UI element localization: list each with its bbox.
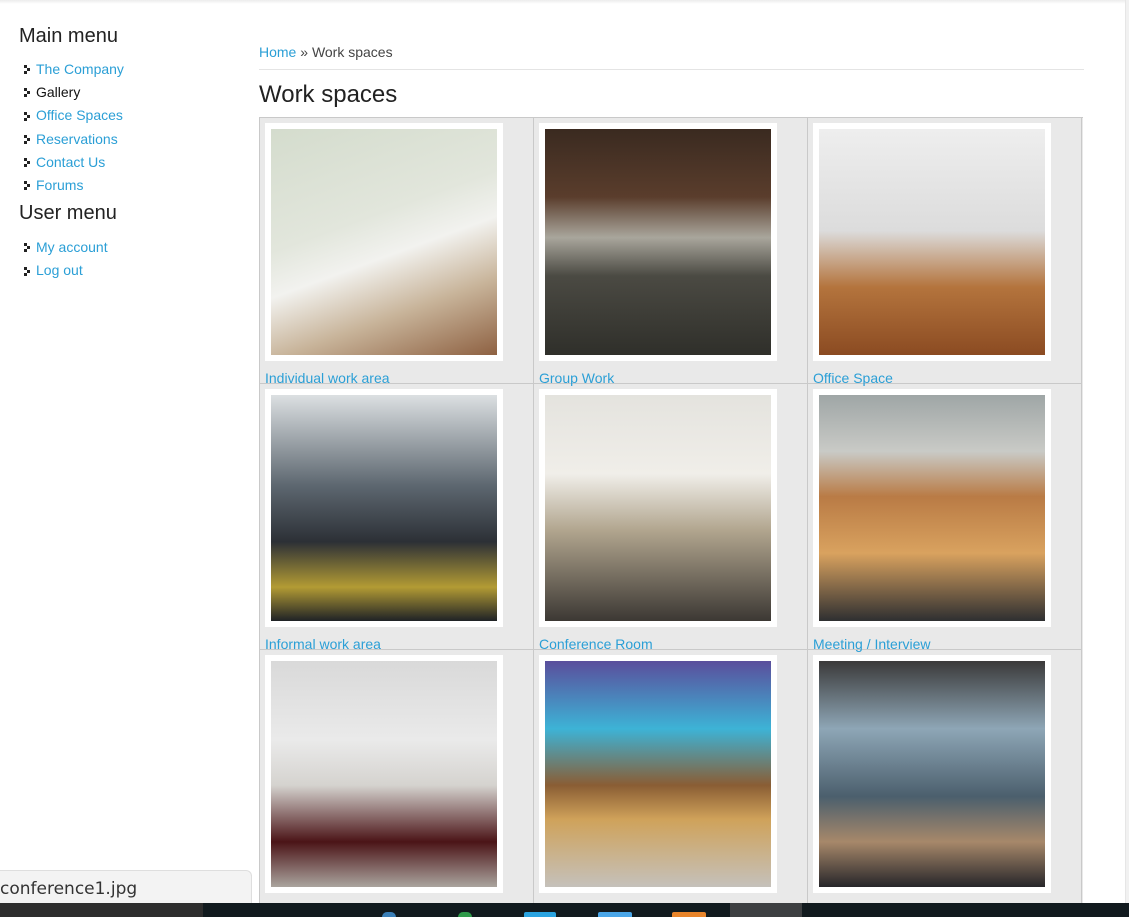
menu-link[interactable]: Office Spaces <box>36 104 123 127</box>
menu-link[interactable]: My account <box>36 236 108 259</box>
thumbnail-frame[interactable] <box>265 655 503 893</box>
bullet-icon <box>23 243 32 252</box>
gallery-item: Conference Room <box>534 384 808 652</box>
main-menu-title: Main menu <box>19 25 118 47</box>
thumbnail-frame[interactable] <box>539 389 777 627</box>
thumbnail-image[interactable] <box>271 129 497 355</box>
main-content: Home » Work spaces Work spaces Individua… <box>259 44 1084 917</box>
menu-link[interactable]: Contact Us <box>36 151 105 174</box>
menu-item-contact-us[interactable]: Contact Us <box>23 151 239 174</box>
breadcrumb-home-link[interactable]: Home <box>259 44 296 60</box>
taskbar-search-area[interactable] <box>0 903 203 917</box>
thumbnail-image[interactable] <box>271 395 497 621</box>
user-menu: My account Log out <box>19 236 239 282</box>
bullet-icon <box>23 157 32 167</box>
thumbnail-image[interactable] <box>545 395 771 621</box>
gallery-item: conference room <box>808 650 1082 917</box>
thumbnail-image[interactable] <box>271 661 497 887</box>
menu-item-forums[interactable]: Forums <box>23 174 239 197</box>
taskbar-app-icon[interactable] <box>672 912 706 917</box>
gallery-item: Meeting / Interview <box>808 384 1082 652</box>
taskbar-active-app[interactable] <box>730 903 802 917</box>
bullet-icon <box>23 134 32 144</box>
taskbar <box>0 903 1129 917</box>
menu-item-log-out[interactable]: Log out <box>23 259 239 282</box>
main-menu: The Company Gallery Office Spaces Reserv… <box>19 58 239 197</box>
gallery-item: Group Work <box>534 118 808 386</box>
thumbnail-frame[interactable] <box>813 123 1051 361</box>
thumbnail-frame[interactable] <box>539 655 777 893</box>
taskbar-app-icon[interactable] <box>598 912 632 917</box>
thumbnail-image[interactable] <box>819 129 1045 355</box>
bullet-icon <box>23 111 32 121</box>
menu-item-office-spaces[interactable]: Office Spaces <box>23 104 239 127</box>
thumbnail-frame[interactable] <box>813 389 1051 627</box>
bullet-icon <box>23 266 32 276</box>
taskbar-app-icon[interactable] <box>382 912 396 917</box>
breadcrumb-current: Work spaces <box>311 44 393 60</box>
menu-item-gallery[interactable]: Gallery <box>23 81 239 104</box>
thumbnail-image[interactable] <box>819 395 1045 621</box>
user-menu-title: User menu <box>19 202 117 225</box>
breadcrumb-separator: » <box>300 44 309 60</box>
bullet-icon <box>23 181 32 190</box>
menu-link-active[interactable]: Gallery <box>36 81 80 104</box>
taskbar-app-icon[interactable] <box>458 912 472 917</box>
sidebar: Main menu The Company Gallery Office Spa… <box>19 24 239 287</box>
menu-link[interactable]: Reservations <box>36 128 118 151</box>
menu-item-reservations[interactable]: Reservations <box>23 128 239 151</box>
thumbnail-image[interactable] <box>819 661 1045 887</box>
menu-link[interactable]: Log out <box>36 259 83 282</box>
thumbnail-image[interactable] <box>545 661 771 887</box>
scrollbar[interactable] <box>1125 0 1129 917</box>
thumbnail-image[interactable] <box>545 129 771 355</box>
top-edge <box>0 0 1129 4</box>
menu-link[interactable]: The Company <box>36 58 124 81</box>
gallery-item: Office Space <box>808 118 1082 386</box>
breadcrumb: Home » Work spaces <box>259 44 1084 70</box>
thumbnail-frame[interactable] <box>265 389 503 627</box>
gallery-item: Individual work area <box>260 118 534 386</box>
gallery-item: Meeting / Presentation <box>534 650 808 917</box>
gallery-item: Presentation room <box>260 650 534 917</box>
thumbnail-frame[interactable] <box>539 123 777 361</box>
page-title: Work spaces <box>259 81 398 108</box>
menu-item-my-account[interactable]: My account <box>23 236 239 259</box>
menu-link[interactable]: Forums <box>36 174 83 197</box>
taskbar-app-icon[interactable] <box>524 912 556 917</box>
bullet-icon <box>23 88 32 97</box>
thumbnail-frame[interactable] <box>813 655 1051 893</box>
gallery-item: Informal work area <box>260 384 534 652</box>
bullet-icon <box>23 65 32 74</box>
menu-item-the-company[interactable]: The Company <box>23 58 239 81</box>
gallery-grid: Individual work area Group Work Office S… <box>259 117 1083 917</box>
status-bar-url: conference1.jpg <box>0 870 252 904</box>
thumbnail-frame[interactable] <box>265 123 503 361</box>
